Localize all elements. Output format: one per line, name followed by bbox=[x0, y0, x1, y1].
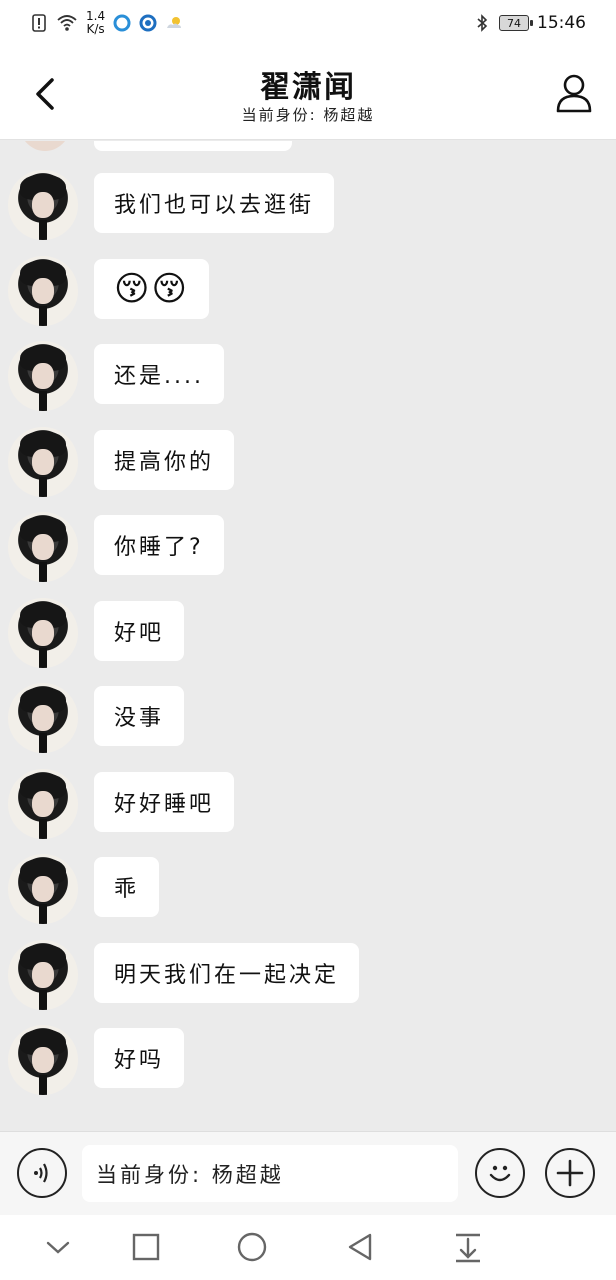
message-bubble[interactable]: 好吧 bbox=[94, 601, 185, 661]
message-row: 乖 bbox=[8, 854, 160, 924]
message-row: 你睡了? bbox=[8, 512, 224, 582]
message-row: 明天我们在一起决定 bbox=[8, 940, 360, 1010]
weather-icon bbox=[167, 17, 182, 28]
message-bubble-emoji[interactable]: 😚😚 bbox=[94, 259, 209, 319]
battery-indicator: 74 bbox=[499, 15, 533, 31]
message-list[interactable]: 我们也可以去逛街 😚😚 还是.... 提高你的 你睡了? 好吧 没事 好好睡吧 … bbox=[0, 141, 616, 1131]
avatar[interactable] bbox=[8, 940, 78, 1010]
message-bubble[interactable]: 明天我们在一起决定 bbox=[94, 943, 360, 1003]
alert-sim-icon bbox=[32, 14, 46, 32]
message-row: 好吗 bbox=[8, 1025, 185, 1095]
avatar[interactable] bbox=[8, 1025, 78, 1095]
message-bubble[interactable]: 乖 bbox=[94, 857, 160, 917]
smiley-icon bbox=[489, 1165, 511, 1182]
voice-icon bbox=[34, 1163, 48, 1183]
message-row: 没事 bbox=[8, 683, 185, 753]
message-bubble[interactable]: 没事 bbox=[94, 686, 185, 746]
message-row: 我们也可以去逛街 bbox=[8, 170, 335, 240]
more-actions-button[interactable] bbox=[545, 1148, 595, 1198]
avatar[interactable] bbox=[8, 683, 78, 753]
chevron-down-icon[interactable] bbox=[42, 1231, 74, 1263]
home-icon[interactable] bbox=[236, 1231, 268, 1263]
avatar[interactable] bbox=[8, 170, 78, 240]
recent-apps-icon[interactable] bbox=[130, 1231, 162, 1263]
app-notification-icon bbox=[113, 14, 131, 32]
avatar[interactable] bbox=[8, 256, 78, 326]
notification-pulldown-icon[interactable] bbox=[452, 1231, 484, 1263]
message-row: 好好睡吧 bbox=[8, 769, 235, 839]
net-speed: 1.4 K/s bbox=[86, 10, 105, 36]
message-bubble[interactable]: 好吗 bbox=[94, 1028, 185, 1088]
current-identity-label: 当前身份: 杨超越 bbox=[241, 106, 375, 124]
voice-button[interactable] bbox=[17, 1148, 67, 1198]
emoji-button[interactable] bbox=[475, 1148, 525, 1198]
message-bubble[interactable] bbox=[94, 141, 292, 151]
message-row: 😚😚 bbox=[8, 256, 209, 326]
plus-icon bbox=[556, 1159, 584, 1187]
composer-bar: 当前身份: 杨超越 bbox=[0, 1131, 616, 1215]
message-bubble[interactable]: 提高你的 bbox=[94, 430, 235, 490]
message-bubble[interactable]: 你睡了? bbox=[94, 515, 224, 575]
user-icon[interactable] bbox=[554, 72, 594, 114]
clock: 15:46 bbox=[537, 13, 586, 33]
chat-header: 翟潇闻 当前身份: 杨超越 bbox=[0, 46, 616, 140]
avatar[interactable] bbox=[8, 598, 78, 668]
bluetooth-icon bbox=[477, 14, 488, 32]
avatar[interactable] bbox=[8, 341, 78, 411]
status-right: 74 15:46 bbox=[473, 13, 586, 33]
avatar[interactable] bbox=[8, 427, 78, 497]
system-nav-bar bbox=[0, 1215, 616, 1280]
status-left: 1.4 K/s bbox=[30, 10, 183, 36]
page-title: 翟潇闻 bbox=[260, 70, 356, 105]
message-bubble[interactable]: 还是.... bbox=[94, 344, 224, 404]
avatar[interactable] bbox=[8, 769, 78, 839]
avatar[interactable] bbox=[8, 512, 78, 582]
status-bar: 1.4 K/s 74 15:46 bbox=[0, 0, 616, 46]
message-row: 好吧 bbox=[8, 598, 185, 668]
message-row: 还是.... bbox=[8, 341, 224, 411]
net-speed-unit: K/s bbox=[86, 22, 105, 36]
back-triangle-icon[interactable] bbox=[344, 1231, 376, 1263]
message-bubble[interactable]: 好好睡吧 bbox=[94, 772, 235, 832]
message-input[interactable]: 当前身份: 杨超越 bbox=[82, 1145, 458, 1202]
wifi-icon bbox=[57, 15, 77, 31]
message-row: 提高你的 bbox=[8, 427, 235, 497]
message-bubble[interactable]: 我们也可以去逛街 bbox=[94, 173, 335, 233]
avatar[interactable] bbox=[20, 141, 70, 151]
app-notification-icon bbox=[139, 14, 157, 32]
avatar[interactable] bbox=[8, 854, 78, 924]
